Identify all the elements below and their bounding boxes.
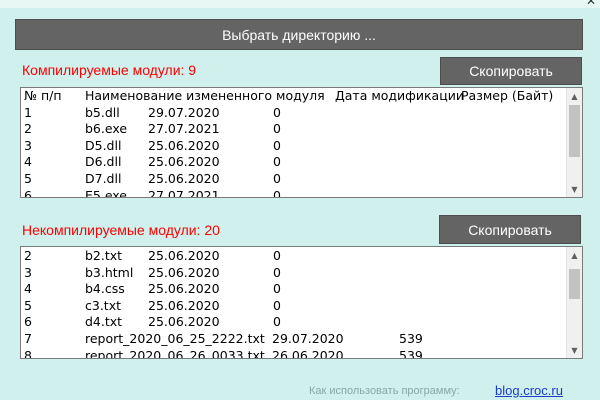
- list-item[interactable]: 1 b5.dll 29.07.2020 0: [21, 105, 566, 122]
- list-item[interactable]: 4 b4.css 25.06.2020 0: [21, 281, 566, 298]
- list-header: № п/п Наименование измененного модуля Да…: [21, 88, 566, 105]
- list-item[interactable]: 3 D5.dll 25.06.2020 0: [21, 138, 566, 155]
- item-date: 27.07.2021: [148, 121, 220, 137]
- item-name: report_2020_06_26_0033.txt: [85, 347, 265, 359]
- column-header-name: Наименование измененного модуля: [85, 88, 325, 103]
- item-date: 25.06.2020: [148, 248, 220, 263]
- item-size: 0: [273, 248, 281, 263]
- copy-noncompiled-button[interactable]: Скопировать: [439, 215, 581, 244]
- item-date: 26.06.2020: [272, 347, 344, 359]
- item-number: 6: [24, 314, 32, 330]
- scroll-thumb[interactable]: [569, 269, 580, 299]
- item-date: 29.07.2020: [148, 104, 220, 120]
- item-size: 0: [273, 104, 281, 120]
- list-item[interactable]: 5 c3.txt 25.06.2020 0: [21, 298, 566, 315]
- item-name: D7.dll: [85, 170, 122, 186]
- item-size: 0: [273, 281, 281, 297]
- item-number: 6: [24, 187, 32, 198]
- item-number: 3: [24, 137, 32, 153]
- scroll-down-icon[interactable]: ▼: [567, 343, 582, 357]
- scroll-up-icon[interactable]: ▲: [567, 89, 582, 103]
- item-number: 7: [24, 330, 32, 346]
- list-item[interactable]: 5 D7.dll 25.06.2020 0: [21, 171, 566, 188]
- item-size: 0: [273, 170, 281, 186]
- item-date: 25.06.2020: [148, 137, 220, 153]
- item-name: b3.html: [85, 264, 134, 280]
- item-name: b6.exe: [85, 121, 128, 137]
- copy-compiled-button[interactable]: Скопировать: [440, 57, 582, 85]
- scroll-thumb[interactable]: [569, 105, 580, 157]
- scroll-down-icon[interactable]: ▼: [567, 182, 582, 196]
- list-item[interactable]: 8 report_2020_06_26_0033.txt 26.06.2020 …: [21, 347, 566, 359]
- item-name: report_2020_06_25_2222.txt: [85, 330, 265, 346]
- compiled-modules-title: Компилируемые модули: 9: [22, 62, 197, 78]
- list-item[interactable]: 3 b3.html 25.06.2020 0: [21, 265, 566, 282]
- item-number: 2: [24, 121, 32, 137]
- column-header-date: Дата модификации: [335, 88, 464, 103]
- list-item[interactable]: 7 report_2020_06_25_2222.txt 29.07.2020 …: [21, 331, 566, 348]
- vertical-scrollbar[interactable]: ▲ ▼: [566, 88, 582, 197]
- list-item[interactable]: 4 D6.dll 25.06.2020 0: [21, 154, 566, 171]
- item-name: b2.txt: [85, 248, 123, 263]
- item-size: 0: [273, 121, 281, 137]
- item-date: 25.06.2020: [148, 297, 220, 313]
- item-size: 0: [273, 187, 281, 198]
- item-size: 0: [273, 297, 281, 313]
- item-size: 539: [399, 330, 423, 346]
- item-number: 8: [24, 347, 32, 359]
- item-name: D5.dll: [85, 137, 122, 153]
- item-name: d4.txt: [85, 314, 123, 330]
- item-name: D6.dll: [85, 154, 122, 170]
- item-number: 5: [24, 297, 32, 313]
- column-header-number: № п/п: [24, 88, 62, 103]
- item-size: 0: [273, 137, 281, 153]
- item-size: 0: [273, 154, 281, 170]
- close-icon[interactable]: ✕: [586, 0, 596, 8]
- noncompiled-modules-list[interactable]: 2 b2.txt 25.06.2020 0 3 b3.html 25.06.20…: [20, 246, 583, 359]
- select-directory-button[interactable]: Выбрать директорию ...: [15, 19, 583, 50]
- column-header-size: Размер (Байт): [461, 88, 554, 103]
- item-number: 1: [24, 104, 32, 120]
- list-item[interactable]: 6 d4.txt 25.06.2020 0: [21, 314, 566, 331]
- item-number: 2: [24, 248, 32, 263]
- item-name: E5.exe: [85, 187, 127, 198]
- item-name: b4.css: [85, 281, 125, 297]
- list-item[interactable]: 2 b6.exe 27.07.2021 0: [21, 121, 566, 138]
- item-date: 25.06.2020: [148, 264, 220, 280]
- item-date: 25.06.2020: [148, 170, 220, 186]
- item-name: c3.txt: [85, 297, 121, 313]
- help-label: Как использовать программу:: [309, 385, 460, 397]
- item-date: 29.07.2020: [272, 330, 344, 346]
- item-number: 4: [24, 154, 32, 170]
- item-date: 25.06.2020: [148, 154, 220, 170]
- item-size: 0: [273, 314, 281, 330]
- noncompiled-modules-title: Некомпилируемые модули: 20: [22, 222, 220, 238]
- scroll-up-icon[interactable]: ▲: [567, 248, 582, 262]
- title-bar: ✕: [0, 0, 600, 8]
- compiled-modules-list[interactable]: № п/п Наименование измененного модуля Да…: [20, 87, 583, 198]
- item-date: 27.07.2021: [148, 187, 220, 198]
- item-number: 5: [24, 170, 32, 186]
- item-name: b5.dll: [85, 104, 120, 120]
- vertical-scrollbar[interactable]: ▲ ▼: [566, 247, 582, 358]
- item-number: 4: [24, 281, 32, 297]
- blog-link[interactable]: blog.croc.ru: [495, 383, 563, 398]
- item-date: 25.06.2020: [148, 281, 220, 297]
- item-date: 25.06.2020: [148, 314, 220, 330]
- list-item[interactable]: 2 b2.txt 25.06.2020 0: [21, 248, 566, 265]
- item-number: 3: [24, 264, 32, 280]
- item-size: 0: [273, 264, 281, 280]
- list-item[interactable]: 6 E5.exe 27.07.2021 0: [21, 187, 566, 198]
- item-size: 539: [399, 347, 423, 359]
